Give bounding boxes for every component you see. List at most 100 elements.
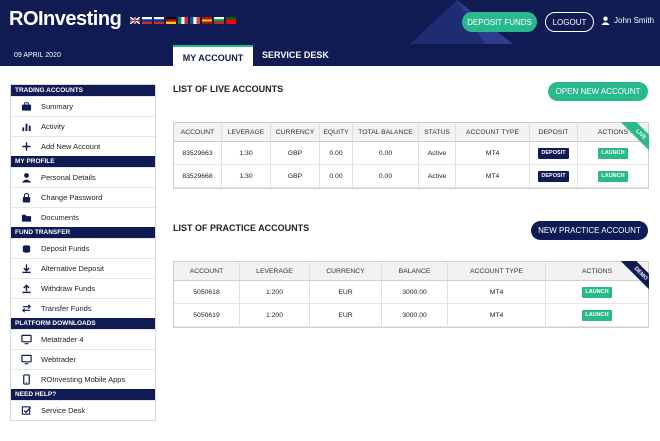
deposit-funds-button[interactable]: DEPOSIT FUNDS — [462, 12, 537, 32]
total-balance-cell: 0.00 — [353, 165, 419, 187]
column-header: BALANCE — [382, 262, 448, 280]
plus-icon — [11, 141, 41, 152]
column-header: LEVERAGE — [240, 262, 310, 280]
account-type-cell: MT4 — [456, 142, 530, 164]
sidebar-item-change-password[interactable]: Change Password — [11, 187, 155, 207]
logout-button[interactable]: LOGOUT — [545, 12, 594, 32]
tab-my-account[interactable]: MY ACCOUNT — [173, 45, 253, 69]
live-accounts-table: ACCOUNT LEVERAGE CURRENCY EQUITY TOTAL BALAN… — [173, 122, 649, 189]
uk-flag[interactable] — [130, 17, 140, 24]
sidebar-item-label: Add New Account — [41, 142, 101, 151]
fr-flag[interactable] — [190, 17, 200, 24]
status-cell: Active — [419, 165, 456, 187]
de-flag[interactable] — [166, 17, 176, 24]
deposit-icon — [11, 243, 41, 254]
currency-cell: GBP — [271, 165, 320, 187]
launch-button[interactable]: LAUNCH — [598, 170, 628, 182]
table-row: 83529663 1:30 GBP 0.00 0.00 Active MT4 DEPOSIT L… — [174, 142, 648, 165]
leverage-cell: 1:30 — [222, 142, 271, 164]
table-header: ACCOUNT LEVERAGE CURRENCY BALANCE ACCOUNT TY… — [174, 262, 648, 281]
sidebar-item-summary[interactable]: Summary — [11, 96, 155, 116]
column-header: STATUS — [419, 123, 456, 141]
sidebar-item-personal-details[interactable]: Personal Details — [11, 167, 155, 187]
language-flags — [130, 17, 236, 24]
column-header: EQUITY — [320, 123, 353, 141]
sidebar-item-documents[interactable]: Documents — [11, 207, 155, 227]
bg-flag[interactable] — [214, 17, 224, 24]
sidebar-item-label: Activity — [41, 122, 65, 131]
currency-cell: GBP — [271, 142, 320, 164]
sidebar-item-service-desk[interactable]: Service Desk — [11, 400, 155, 420]
column-header: TOTAL BALANCE — [353, 123, 419, 141]
sidebar-section-platform-downloads: PLATFORM DOWNLOADS — [11, 318, 155, 329]
transfer-icon — [11, 303, 41, 314]
sidebar-item-deposit-funds[interactable]: Deposit Funds — [11, 238, 155, 258]
sidebar-item-roinvesting-mobile-apps[interactable]: ROInvesting Mobile Apps — [11, 369, 155, 389]
user-name: John Smith — [614, 16, 655, 25]
balance-cell: 3000.00 — [382, 281, 448, 303]
tab-service-desk[interactable]: SERVICE DESK — [262, 50, 329, 60]
sidebar-item-label: Webtrader — [41, 355, 76, 364]
user-icon — [11, 172, 41, 183]
sidebar-section-fund-transfer: FUND TRANSFER — [11, 227, 155, 238]
open-new-account-button[interactable]: OPEN NEW ACCOUNT — [548, 82, 648, 101]
ru-flag[interactable] — [142, 17, 152, 24]
ru-flag-2[interactable] — [154, 17, 164, 24]
live-corner-badge: LIVE — [617, 122, 649, 154]
currency-cell: EUR — [310, 304, 382, 326]
sidebar-item-alternative-deposit[interactable]: Alternative Deposit — [11, 258, 155, 278]
leverage-cell: 1:200 — [240, 281, 310, 303]
new-practice-account-button[interactable]: NEW PRACTICE ACCOUNT — [531, 221, 648, 240]
sidebar-item-transfer-funds[interactable]: Transfer Funds — [11, 298, 155, 318]
sidebar-item-withdraw-funds[interactable]: Withdraw Funds — [11, 278, 155, 298]
account-cell: 83529663 — [174, 142, 222, 164]
status-cell: Active — [419, 142, 456, 164]
it-flag[interactable] — [178, 17, 188, 24]
sidebar-item-add-new-account[interactable]: Add New Account — [11, 136, 155, 156]
current-date: 09 APRIL 2020 — [14, 52, 61, 59]
table-row: 5050618 1:200 EUR 3000.00 MT4 LAUNCH — [174, 281, 648, 304]
sidebar-item-activity[interactable]: Activity — [11, 116, 155, 136]
pt-flag[interactable] — [226, 17, 236, 24]
briefcase-icon — [11, 101, 41, 112]
launch-button[interactable]: LAUNCH — [582, 309, 612, 321]
download-icon — [11, 263, 41, 274]
leverage-cell: 1:30 — [222, 165, 271, 187]
column-header: DEPOSIT — [530, 123, 578, 141]
sidebar-item-webtrader[interactable]: Webtrader — [11, 349, 155, 369]
sub-navigation: 09 APRIL 2020 — [0, 44, 660, 66]
monitor-icon — [11, 334, 41, 345]
deposit-cell: DEPOSIT — [530, 165, 578, 187]
sidebar-item-label: Change Password — [41, 193, 103, 202]
total-balance-cell: 0.00 — [353, 142, 419, 164]
account-type-cell: MT4 — [456, 165, 530, 187]
sidebar-section-my-profile: MY PROFILE — [11, 156, 155, 167]
actions-cell: LAUNCH — [578, 165, 648, 187]
sidebar: TRADING ACCOUNTS Summary Activity Add New A… — [10, 84, 156, 421]
user-icon — [601, 16, 610, 25]
sidebar-item-label: Service Desk — [41, 406, 86, 415]
practice-accounts-table: ACCOUNT LEVERAGE CURRENCY BALANCE ACCOUNT TY… — [173, 261, 649, 328]
column-header: ACCOUNT TYPE — [448, 262, 546, 280]
deposit-button[interactable]: DEPOSIT — [538, 170, 569, 182]
sidebar-item-label: Alternative Deposit — [41, 264, 104, 273]
logo[interactable]: ROInvesting — [9, 8, 122, 31]
account-type-cell: MT4 — [448, 281, 546, 303]
currency-cell: EUR — [310, 281, 382, 303]
sidebar-item-metatrader-4[interactable]: Metatrader 4 — [11, 329, 155, 349]
column-header: ACCOUNT TYPE — [456, 123, 530, 141]
launch-button[interactable]: LAUNCH — [582, 286, 612, 298]
sidebar-item-label: Transfer Funds — [41, 304, 92, 313]
account-cell: 5050619 — [174, 304, 240, 326]
sidebar-item-label: Metatrader 4 — [41, 335, 84, 344]
monitor-icon — [11, 354, 41, 365]
table-row: 83529668 1:30 GBP 0.00 0.00 Active MT4 DEPOSIT L… — [174, 165, 648, 188]
es-flag[interactable] — [202, 17, 212, 24]
folder-icon — [11, 212, 41, 223]
practice-accounts-title: LIST OF PRACTICE ACCOUNTS — [173, 223, 310, 233]
user-menu[interactable]: John Smith — [601, 16, 654, 25]
column-header: CURRENCY — [271, 123, 320, 141]
sidebar-item-label: Withdraw Funds — [41, 284, 96, 293]
deposit-button[interactable]: DEPOSIT — [538, 147, 569, 159]
sidebar-section-need-help: NEED HELP? — [11, 389, 155, 400]
